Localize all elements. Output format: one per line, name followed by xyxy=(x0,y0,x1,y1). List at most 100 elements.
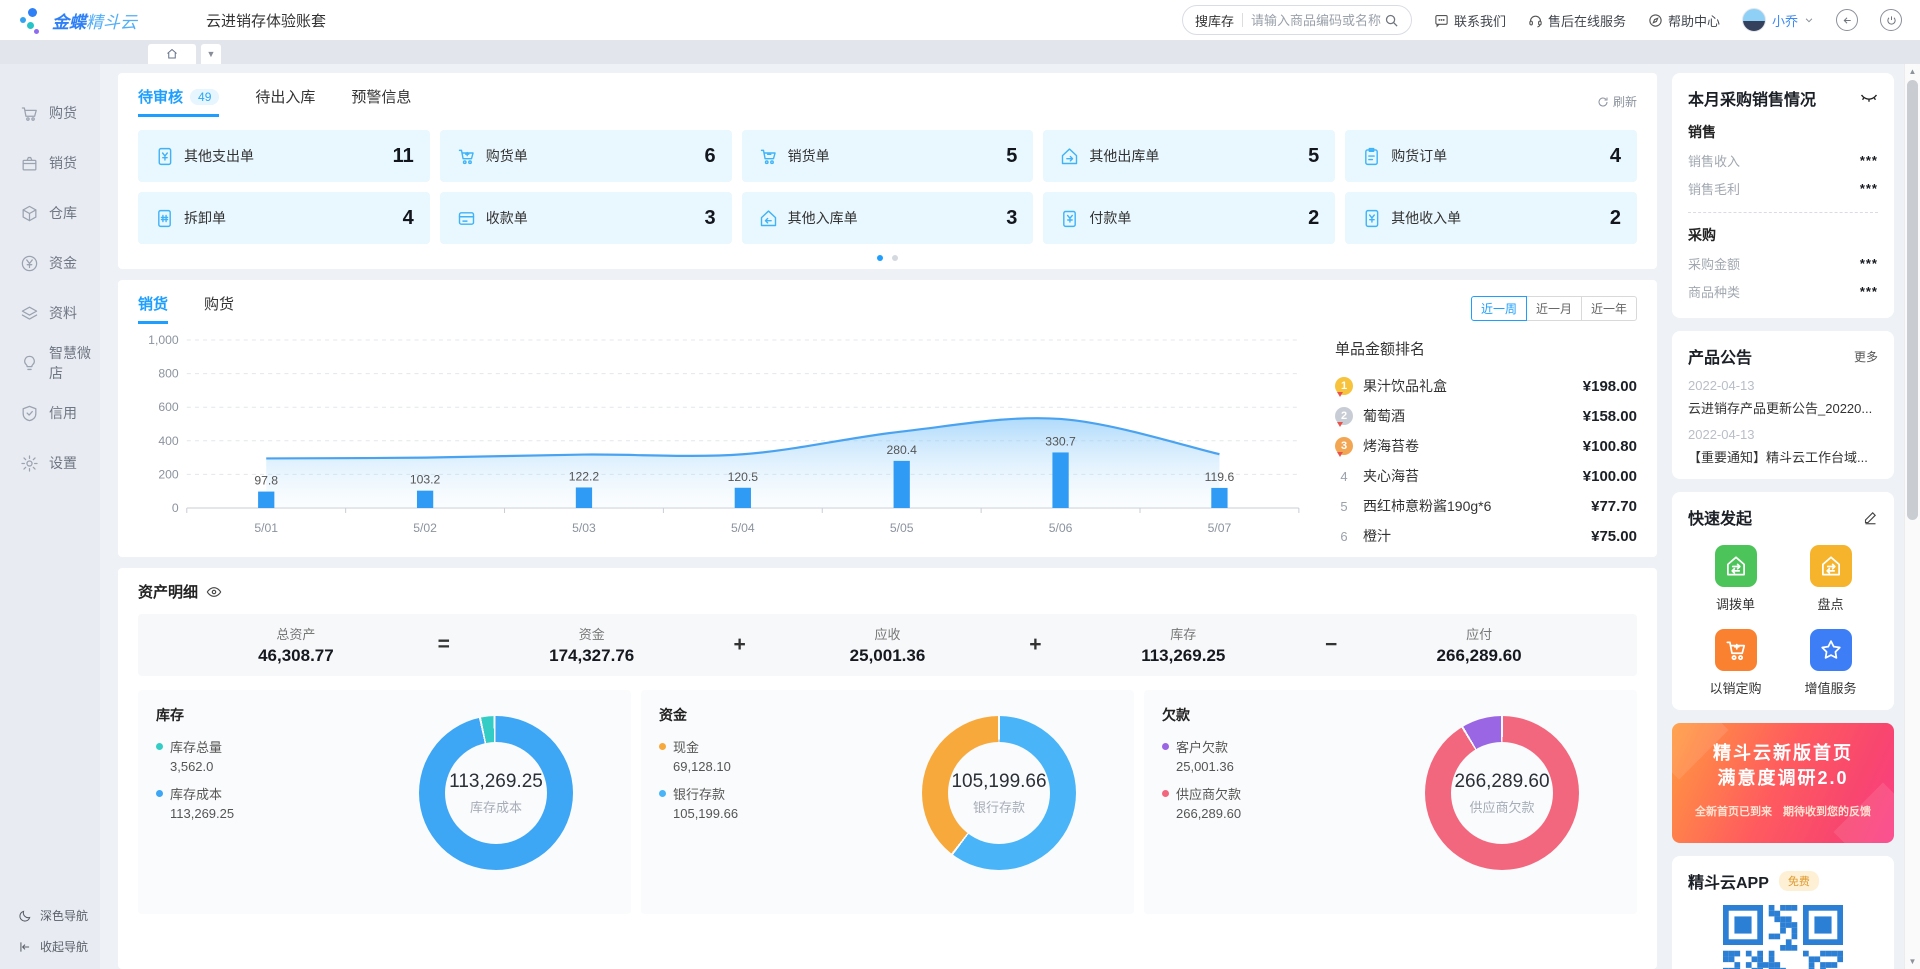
tab-purchase[interactable]: 购货 xyxy=(204,293,234,324)
donut-panel-title: 欠款 xyxy=(1162,705,1619,725)
search-input[interactable] xyxy=(1251,13,1384,28)
scroll-down-arrow[interactable]: ▼ xyxy=(1905,957,1920,966)
donut-center-label: 库存成本 xyxy=(470,797,522,816)
monthly-purchase-sales-panel: 本月采购销售情况 销售 销售收入 *** 销售毛利 *** 采购 采购金额 **… xyxy=(1672,73,1894,318)
ranking-row[interactable]: 2 葡萄酒 ¥158.00 xyxy=(1335,401,1637,431)
quick-action-0[interactable]: 调拨单 xyxy=(1688,545,1783,613)
todo-card-7[interactable]: 其他入库单 3 xyxy=(742,192,1034,244)
todo-card-3[interactable]: 其他出库单 5 xyxy=(1043,130,1335,182)
edit-pencil-icon[interactable] xyxy=(1863,510,1878,525)
todo-card-9[interactable]: 其他收入单 2 xyxy=(1345,192,1637,244)
legend-dot xyxy=(659,743,666,750)
sidebar-item-4[interactable]: 资料 xyxy=(0,288,100,338)
search-scope-selector[interactable]: 搜库存 xyxy=(1195,11,1234,30)
legend-label: 银行存款 xyxy=(673,784,725,803)
svg-text:1,000: 1,000 xyxy=(148,333,179,347)
contact-us-link[interactable]: 联系我们 xyxy=(1434,11,1506,30)
announcement-text: 云进销存产品更新公告_20220... xyxy=(1688,398,1878,417)
sidebar-item-7[interactable]: 设置 xyxy=(0,438,100,488)
after-sales-service-link[interactable]: 售后在线服务 xyxy=(1528,11,1626,30)
donut-center-value: 105,199.66 xyxy=(951,771,1046,793)
sidebar-item-6[interactable]: 信用 xyxy=(0,388,100,438)
todo-card-count: 4 xyxy=(1610,145,1621,168)
period-button-1[interactable]: 近一月 xyxy=(1526,296,1582,321)
user-menu[interactable]: 小乔 xyxy=(1742,8,1814,32)
dark-nav-toggle[interactable]: 深色导航 xyxy=(18,907,100,924)
sidebar-item-label: 设置 xyxy=(49,453,77,473)
search-icon[interactable] xyxy=(1384,13,1399,28)
announcement-item[interactable]: 2022-04-13 【重要通知】精斗云工作台域... xyxy=(1688,427,1878,466)
ranking-row[interactable]: 3 烤海苔卷 ¥100.80 xyxy=(1335,431,1637,461)
monthly-row-value: *** xyxy=(1860,153,1878,168)
scrollbar-thumb[interactable] xyxy=(1907,80,1918,520)
ranking-item-name: 西红柿意粉酱190g*6 xyxy=(1363,496,1491,516)
todo-tab-1[interactable]: 待出入库 xyxy=(255,86,315,117)
todo-card-6[interactable]: 收款单 3 xyxy=(440,192,732,244)
brand-logo[interactable]: 金蝶精斗云 xyxy=(18,7,168,33)
sidebar-item-1[interactable]: 销货 xyxy=(0,138,100,188)
scroll-up-arrow[interactable]: ▲ xyxy=(1905,67,1920,76)
refresh-button[interactable]: 刷新 xyxy=(1597,93,1637,110)
ranking-row[interactable]: 5 西红柿意粉酱190g*6 ¥77.70 xyxy=(1335,491,1637,521)
monthly-group-name: 采购 xyxy=(1688,225,1878,245)
todo-card-8[interactable]: 付款单 2 xyxy=(1043,192,1335,244)
back-to-old-version-button[interactable] xyxy=(1836,9,1858,31)
monthly-row-value: *** xyxy=(1860,181,1878,196)
donut-panel-0: 库存 库存总量 3,562.0 库存成本 113,269.25 113,269.… xyxy=(138,690,631,914)
eye-closed-icon[interactable] xyxy=(1860,91,1878,105)
period-button-0[interactable]: 近一周 xyxy=(1471,296,1527,321)
collapse-nav-button[interactable]: 收起导航 xyxy=(18,938,100,955)
home-icon xyxy=(166,48,178,60)
todo-tab-2[interactable]: 预警信息 xyxy=(351,86,411,117)
ranking-row[interactable]: 4 夹心海苔 ¥100.00 xyxy=(1335,461,1637,491)
ranking-row[interactable]: 1 果汁饮品礼盒 ¥198.00 xyxy=(1335,371,1637,401)
product-announcements-panel: 产品公告 更多 2022-04-13 云进销存产品更新公告_20220... 2… xyxy=(1672,331,1894,479)
quick-action-2[interactable]: 以销定购 xyxy=(1688,629,1783,697)
more-link[interactable]: 更多 xyxy=(1854,348,1878,365)
page-scrollbar[interactable]: ▲ ▼ xyxy=(1904,64,1920,969)
purchase-cart-icon xyxy=(456,146,477,167)
sidebar-item-3[interactable]: 资金 xyxy=(0,238,100,288)
todo-card-4[interactable]: 购货订单 4 xyxy=(1345,130,1637,182)
monthly-row-label: 商品种类 xyxy=(1688,282,1740,301)
svg-text:5/02: 5/02 xyxy=(413,521,437,535)
eye-icon[interactable] xyxy=(206,584,222,600)
pager-dot-0[interactable] xyxy=(877,255,883,261)
todo-card-2[interactable]: 销货单 5 xyxy=(742,130,1034,182)
formula-value: 174,327.76 xyxy=(474,646,710,666)
todo-card-5[interactable]: 拆卸单 4 xyxy=(138,192,430,244)
survey-banner[interactable]: 精斗云新版首页满意度调研2.0 全新首页已到来 期待收到您的反馈 xyxy=(1672,723,1894,843)
tab-sales[interactable]: 销货 xyxy=(138,293,168,324)
todo-card-1[interactable]: 购货单 6 xyxy=(440,130,732,182)
rank-number: 4 xyxy=(1335,469,1353,484)
todo-card-label: 其他入库单 xyxy=(788,208,858,228)
svg-text:5/06: 5/06 xyxy=(1049,521,1073,535)
tab-list-dropdown[interactable]: ▼ xyxy=(201,44,221,64)
ranking-item-amount: ¥100.00 xyxy=(1583,468,1637,485)
pager-dot-1[interactable] xyxy=(892,255,898,261)
legend-dot xyxy=(156,743,163,750)
search-box[interactable]: 搜库存 xyxy=(1182,5,1412,35)
period-button-2[interactable]: 近一年 xyxy=(1581,296,1637,321)
home-tab[interactable] xyxy=(148,44,196,64)
ranking-item-name: 橙汁 xyxy=(1363,526,1391,546)
legend-label: 库存总量 xyxy=(170,737,222,756)
legend-dot xyxy=(1162,743,1169,750)
quick-action-1[interactable]: 盘点 xyxy=(1783,545,1878,613)
todo-tab-0[interactable]: 待审核 49 xyxy=(138,86,219,117)
medal-icon: 1 xyxy=(1335,377,1353,395)
user-name: 小乔 xyxy=(1772,11,1798,30)
avatar[interactable] xyxy=(1742,8,1766,32)
sidebar-item-2[interactable]: 仓库 xyxy=(0,188,100,238)
logout-power-button[interactable] xyxy=(1880,9,1902,31)
sidebar-item-5[interactable]: 智慧微店 xyxy=(0,338,100,388)
help-center-link[interactable]: 帮助中心 xyxy=(1648,11,1720,30)
quick-action-3[interactable]: 增值服务 xyxy=(1783,629,1878,697)
announcement-item[interactable]: 2022-04-13 云进销存产品更新公告_20220... xyxy=(1688,378,1878,417)
monthly-row: 采购金额 *** xyxy=(1688,249,1878,277)
assets-detail-panel: 资产明细 总资产 46,308.77= 资金 174,327.76+ 应收 25… xyxy=(118,568,1657,969)
ranking-row[interactable]: 6 橙汁 ¥75.00 xyxy=(1335,521,1637,551)
sidebar-item-0[interactable]: 购货 xyxy=(0,88,100,138)
todo-card-label: 购货单 xyxy=(486,146,528,166)
todo-card-0[interactable]: 其他支出单 11 xyxy=(138,130,430,182)
